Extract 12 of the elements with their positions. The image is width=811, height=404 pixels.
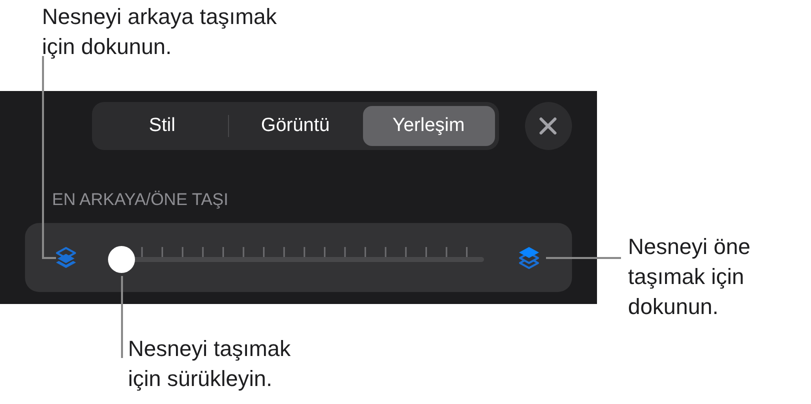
section-label: EN ARKAYA/ÖNE TAŞI — [52, 190, 230, 211]
callout-text: Nesneyi arkaya taşımak için dokunun. — [42, 3, 277, 61]
slider-thumb[interactable] — [108, 246, 135, 272]
tab[interactable]: Yerleşim — [362, 106, 495, 146]
close-button[interactable] — [524, 102, 572, 150]
tab[interactable]: Görüntü — [229, 106, 362, 146]
close-icon — [538, 116, 558, 136]
tab[interactable]: Stil — [96, 106, 228, 146]
layers-icon — [53, 244, 79, 270]
layers-icon — [516, 244, 542, 270]
callout-text: Nesneyi öne taşımak için dokunun. — [628, 233, 750, 321]
callout-text: Nesneyi taşımak için sürükleyin. — [128, 335, 291, 393]
